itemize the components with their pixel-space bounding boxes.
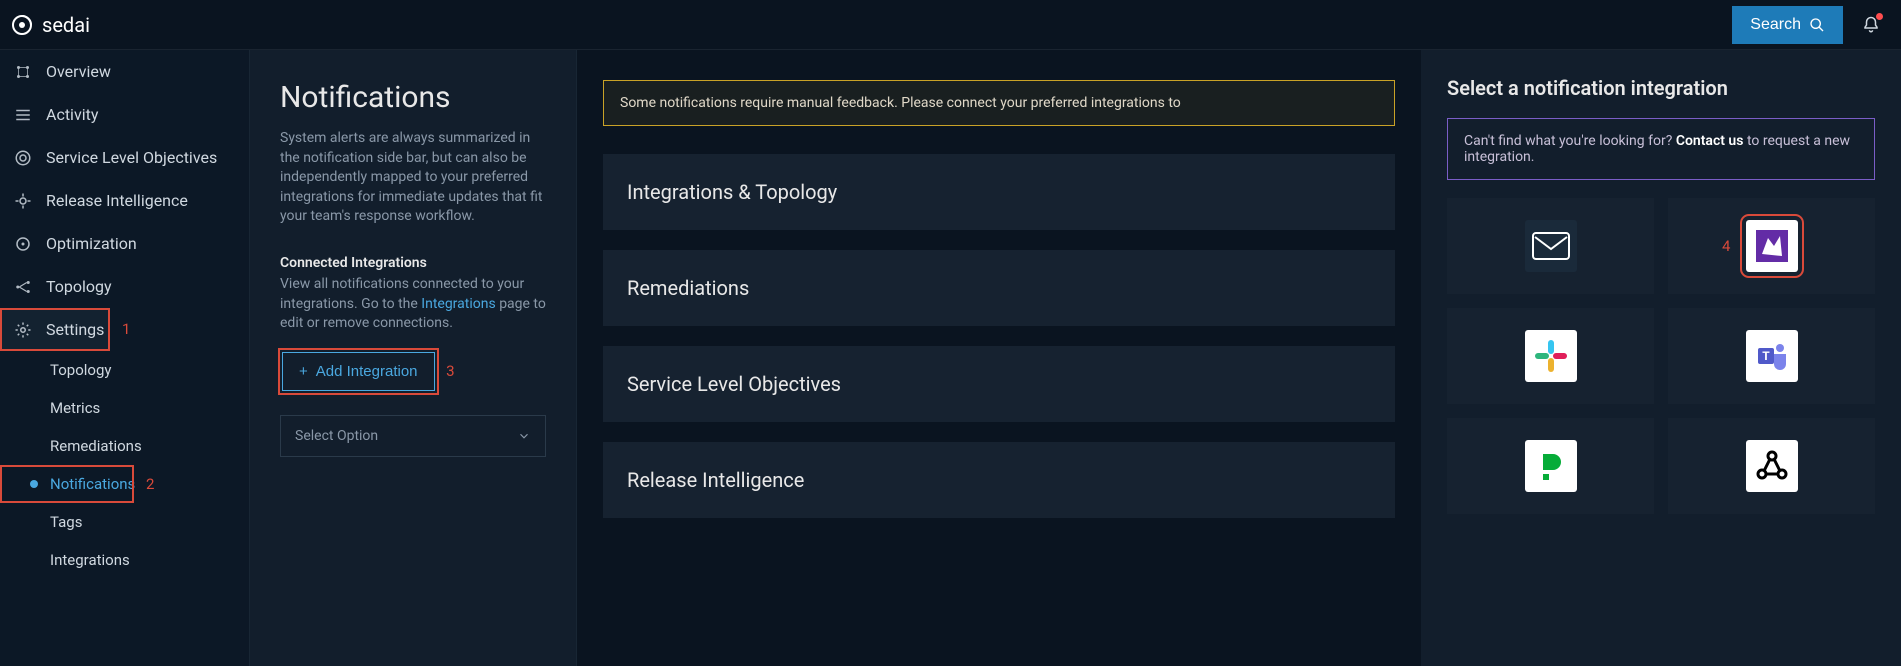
sidebar-item-label: Release Intelligence bbox=[46, 191, 188, 210]
brand-logo-icon bbox=[10, 13, 34, 37]
brand-name: sedai bbox=[42, 13, 90, 37]
integration-tile-webhook[interactable] bbox=[1668, 418, 1875, 514]
sidebar-sub-integrations[interactable]: Integrations bbox=[0, 541, 249, 579]
activity-icon bbox=[14, 106, 32, 124]
integrations-link[interactable]: Integrations bbox=[421, 296, 495, 312]
integration-tile-datadog[interactable]: 4 bbox=[1668, 198, 1875, 294]
category-slo[interactable]: Service Level Objectives bbox=[603, 346, 1395, 422]
sidebar-sub-tags[interactable]: Tags bbox=[0, 503, 249, 541]
step-marker: 4 bbox=[1722, 237, 1730, 255]
category-release-intelligence[interactable]: Release Intelligence bbox=[603, 442, 1395, 518]
sidebar-item-topology[interactable]: Topology bbox=[0, 265, 249, 308]
chevron-down-icon bbox=[517, 429, 531, 443]
connected-title: Connected Integrations bbox=[280, 255, 546, 271]
select-placeholder: Select Option bbox=[295, 428, 378, 444]
optimize-icon bbox=[14, 235, 32, 253]
sidebar-item-label: Activity bbox=[46, 105, 98, 124]
gear-icon bbox=[14, 321, 32, 339]
sidebar-item-overview[interactable]: Overview bbox=[0, 50, 249, 93]
sidebar-sub-metrics[interactable]: Metrics bbox=[0, 389, 249, 427]
slack-icon bbox=[1525, 330, 1577, 382]
topbar: sedai Search bbox=[0, 0, 1901, 50]
integration-tile-slack[interactable] bbox=[1447, 308, 1654, 404]
sidebar-sub-label: Remediations bbox=[50, 437, 142, 455]
sidebar-item-label: Topology bbox=[46, 277, 112, 296]
svg-text:T: T bbox=[1762, 349, 1770, 363]
integration-tile-email[interactable] bbox=[1447, 198, 1654, 294]
target-icon bbox=[14, 149, 32, 167]
overview-icon bbox=[14, 63, 32, 81]
category-remediations[interactable]: Remediations bbox=[603, 250, 1395, 326]
select-option-dropdown[interactable]: Select Option bbox=[280, 415, 546, 457]
topology-icon bbox=[14, 278, 32, 296]
brand[interactable]: sedai bbox=[10, 13, 90, 37]
release-icon bbox=[14, 192, 32, 210]
sidebar-item-slo[interactable]: Service Level Objectives bbox=[0, 136, 249, 179]
integration-tile-pagerduty[interactable] bbox=[1447, 418, 1654, 514]
notifications-bell[interactable] bbox=[1851, 5, 1891, 45]
bell-badge bbox=[1876, 13, 1883, 20]
contact-us-link[interactable]: Contact us bbox=[1676, 133, 1744, 149]
email-icon bbox=[1525, 220, 1577, 272]
contact-banner: Can't find what you're looking for? Cont… bbox=[1447, 118, 1875, 180]
search-button[interactable]: Search bbox=[1732, 6, 1843, 44]
warning-banner: Some notifications require manual feedba… bbox=[603, 80, 1395, 126]
page-description: System alerts are always summarized in t… bbox=[280, 129, 546, 227]
datadog-icon bbox=[1746, 220, 1798, 272]
category-integrations-topology[interactable]: Integrations & Topology bbox=[603, 154, 1395, 230]
sidebar-sub-remediations[interactable]: Remediations bbox=[0, 427, 249, 465]
panel-title: Select a notification integration bbox=[1447, 76, 1875, 100]
notifications-panel: Notifications System alerts are always s… bbox=[250, 50, 577, 666]
add-integration-label: Add Integration bbox=[316, 363, 418, 380]
sidebar-item-optimization[interactable]: Optimization bbox=[0, 222, 249, 265]
teams-icon: T bbox=[1746, 330, 1798, 382]
page-title: Notifications bbox=[280, 80, 546, 115]
sidebar: Overview Activity Service Level Objectiv… bbox=[0, 50, 250, 666]
step-marker: 1 bbox=[122, 320, 130, 338]
sidebar-item-label: Overview bbox=[46, 62, 111, 81]
webhook-icon bbox=[1746, 440, 1798, 492]
sidebar-sub-topology[interactable]: Topology bbox=[0, 351, 249, 389]
sidebar-item-label: Settings bbox=[46, 320, 104, 339]
sidebar-sub-label: Integrations bbox=[50, 551, 130, 569]
integration-tile-teams[interactable]: T bbox=[1668, 308, 1875, 404]
sidebar-sub-label: Topology bbox=[50, 361, 111, 379]
plus-icon: + bbox=[299, 363, 308, 380]
search-label: Search bbox=[1750, 16, 1801, 34]
sidebar-item-release[interactable]: Release Intelligence bbox=[0, 179, 249, 222]
integration-picker-panel: Select a notification integration Can't … bbox=[1421, 50, 1901, 666]
pagerduty-icon bbox=[1525, 440, 1577, 492]
step-marker: 2 bbox=[146, 475, 154, 493]
sidebar-item-settings[interactable]: Settings bbox=[0, 308, 110, 351]
sidebar-sub-label: Notifications bbox=[50, 475, 135, 493]
sidebar-item-label: Optimization bbox=[46, 234, 137, 253]
sidebar-item-label: Service Level Objectives bbox=[46, 148, 217, 167]
connected-description: View all notifications connected to your… bbox=[280, 275, 546, 334]
step-marker: 3 bbox=[446, 362, 454, 380]
sidebar-sub-label: Tags bbox=[50, 513, 82, 531]
sidebar-item-activity[interactable]: Activity bbox=[0, 93, 249, 136]
add-integration-highlight: + Add Integration bbox=[280, 350, 437, 393]
sidebar-sub-label: Metrics bbox=[50, 399, 100, 417]
categories-panel: Some notifications require manual feedba… bbox=[577, 50, 1421, 666]
add-integration-button[interactable]: + Add Integration bbox=[282, 352, 435, 391]
search-icon bbox=[1809, 17, 1825, 33]
sidebar-sub-notifications[interactable]: Notifications bbox=[0, 465, 134, 503]
